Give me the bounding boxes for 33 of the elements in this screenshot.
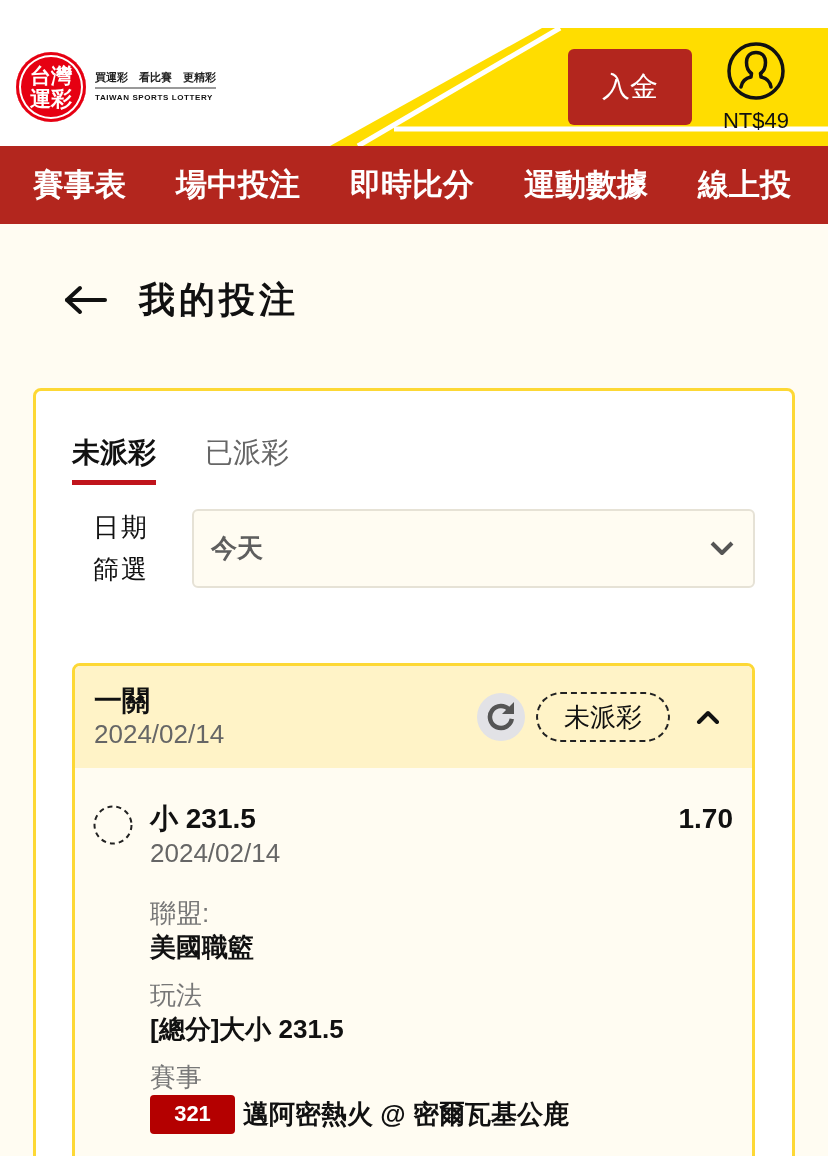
balance-text: NT$49 bbox=[722, 108, 789, 133]
detail-label: 聯盟: bbox=[150, 897, 210, 930]
chevron-down-icon bbox=[709, 540, 735, 556]
nav-item[interactable]: 場中投注 bbox=[176, 166, 300, 204]
selection-name: 小 231.5 bbox=[150, 802, 256, 836]
deposit-button[interactable]: 入金 bbox=[568, 49, 692, 125]
logo-emblem: 台灣 運彩 bbox=[16, 52, 86, 122]
date-select[interactable]: 今天 bbox=[192, 508, 755, 588]
detail-label: 賽事 bbox=[150, 1061, 202, 1094]
logo-slogan: 買運彩 看比賽 更精彩 bbox=[95, 70, 216, 86]
bet-type: 一關 bbox=[94, 684, 150, 718]
match-name: 邁阿密熱火 @ 密爾瓦基公鹿 bbox=[243, 1098, 569, 1131]
page-title: 我的投注 bbox=[139, 278, 299, 322]
nav-item[interactable]: 賽事表 bbox=[33, 166, 126, 204]
filter-label: 日期篩選 bbox=[93, 511, 150, 586]
tab[interactable]: 已派彩 bbox=[205, 436, 289, 485]
tab[interactable]: 未派彩 bbox=[72, 436, 156, 485]
nav-item[interactable]: 運動數據 bbox=[524, 166, 648, 204]
odds-value: 1.70 bbox=[678, 802, 733, 836]
bet-date: 2024/02/14 bbox=[94, 718, 225, 750]
detail-label: 玩法 bbox=[150, 979, 202, 1012]
caret-icon[interactable] bbox=[696, 710, 720, 724]
game-number-badge: 321 bbox=[150, 1094, 235, 1134]
selection-date: 2024/02/14 bbox=[150, 837, 281, 870]
detail-value: 美國職籃 bbox=[150, 931, 254, 964]
logo-tagline: TAIWAN SPORTS LOTTERY bbox=[95, 91, 214, 104]
nav-item[interactable]: 即時比分 bbox=[350, 166, 474, 204]
nav-item[interactable]: 線上投 bbox=[698, 166, 791, 204]
status-badge: 未派彩 bbox=[536, 692, 670, 742]
refresh-icon[interactable] bbox=[477, 693, 525, 741]
user-icon[interactable] bbox=[727, 41, 785, 100]
detail-value: [總分]大小 231.5 bbox=[150, 1013, 344, 1046]
back-arrow-icon[interactable] bbox=[64, 285, 107, 315]
